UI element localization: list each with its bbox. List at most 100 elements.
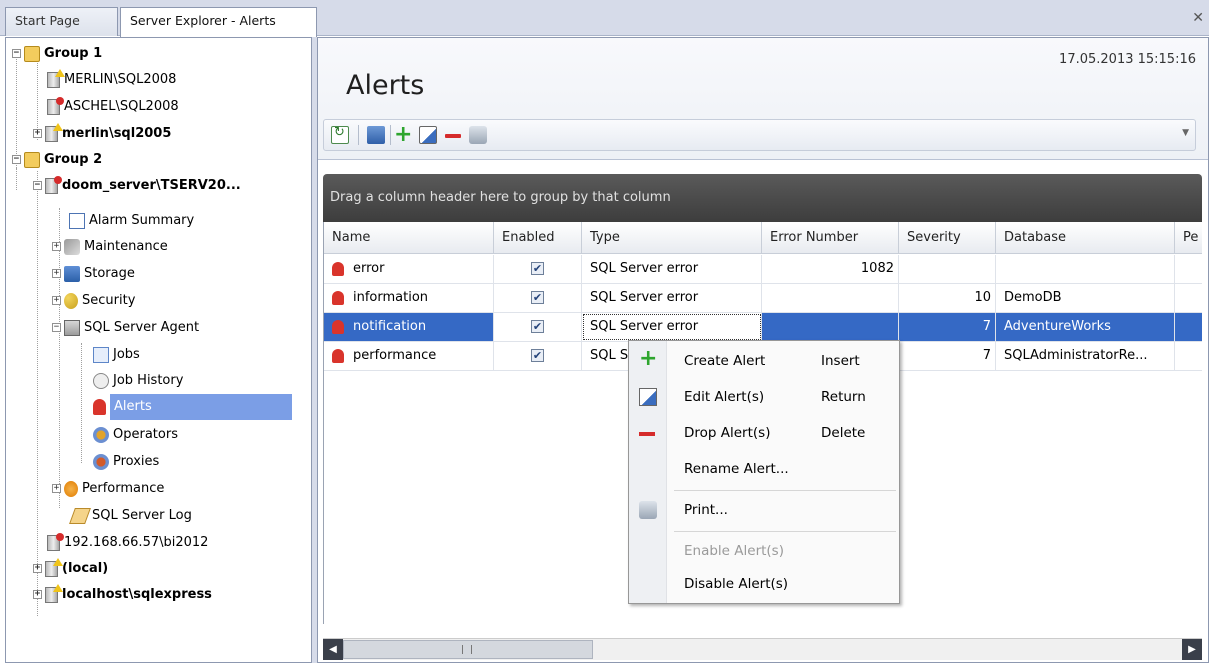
close-icon[interactable]: ✕ xyxy=(1192,10,1204,26)
tree-node-label: MERLIN\SQL2008 xyxy=(64,72,177,87)
tree-node-sql-server-agent[interactable]: − SQL Server Agent xyxy=(52,315,199,341)
agent-icon xyxy=(64,319,80,336)
tree-node-performance[interactable]: + Performance xyxy=(52,476,164,502)
tree-node-localhost-sqlexpress[interactable]: + localhost\sqlexpress xyxy=(33,582,212,608)
horizontal-scrollbar[interactable]: ◀ ▶ xyxy=(323,638,1202,660)
expand-icon[interactable]: + xyxy=(33,129,42,138)
menu-item-disable-alerts[interactable]: Disable Alert(s) xyxy=(629,569,899,599)
enabled-checkbox[interactable]: ✔ xyxy=(531,291,544,304)
column-header-error-number[interactable]: Error Number xyxy=(762,222,899,254)
alert-bell-icon xyxy=(332,261,344,276)
print-icon[interactable] xyxy=(469,126,487,144)
cell-database: AdventureWorks xyxy=(996,313,1175,341)
expand-icon[interactable]: + xyxy=(52,242,61,251)
cell-name: information xyxy=(324,284,494,312)
tree-node-security[interactable]: + Security xyxy=(52,288,135,314)
storage-icon xyxy=(64,265,80,282)
menu-item-edit-alerts[interactable]: Edit Alert(s) Return xyxy=(629,382,899,412)
tree-node-alarm-summary[interactable]: Alarm Summary xyxy=(69,208,194,234)
menu-item-label: Rename Alert... xyxy=(684,461,789,477)
cell-name: performance xyxy=(324,342,494,370)
tree-node-doom-server[interactable]: − doom_server\TSERV20... xyxy=(33,173,241,199)
alert-bell-icon xyxy=(332,348,344,363)
menu-item-create-alert[interactable]: + Create Alert Insert xyxy=(629,346,899,376)
tree-node-local[interactable]: + (local) xyxy=(33,556,108,582)
alert-name: performance xyxy=(353,348,437,363)
tree-node-label: 192.168.66.57\bi2012 xyxy=(64,535,209,550)
tree-node-label: Group 2 xyxy=(44,152,103,167)
tree-node-group-1[interactable]: − Group 1 xyxy=(12,41,102,67)
menu-separator xyxy=(674,490,896,491)
table-row[interactable]: information ✔ SQL Server error 10 DemoDB xyxy=(324,284,1202,313)
expand-icon[interactable]: + xyxy=(52,484,61,493)
scrollbar-thumb[interactable] xyxy=(343,640,593,659)
cell-database xyxy=(996,255,1175,283)
expand-icon[interactable]: + xyxy=(33,590,42,599)
column-header-severity[interactable]: Severity xyxy=(899,222,996,254)
tree-node-job-history[interactable]: Job History xyxy=(93,368,183,394)
grid-icon[interactable] xyxy=(367,126,385,144)
toolbar-separator xyxy=(390,125,391,145)
expand-icon[interactable]: + xyxy=(52,269,61,278)
collapse-icon[interactable]: − xyxy=(12,49,21,58)
tree-node-maintenance[interactable]: + Maintenance xyxy=(52,234,168,260)
log-icon xyxy=(69,507,91,524)
cell-database: SQLAdministratorRe... xyxy=(996,342,1175,370)
tree-node-operators[interactable]: Operators xyxy=(93,422,178,448)
key-icon xyxy=(64,292,78,309)
tree-node-alerts[interactable]: Alerts xyxy=(93,394,308,420)
collapse-icon[interactable]: − xyxy=(33,181,42,190)
add-icon: + xyxy=(639,346,658,371)
tree-node-label: Job History xyxy=(113,373,184,388)
menu-item-label: Print... xyxy=(684,502,728,518)
column-header-database[interactable]: Database xyxy=(996,222,1175,254)
scroll-left-arrow-icon[interactable]: ◀ xyxy=(323,639,343,660)
server-warning-icon xyxy=(45,583,63,603)
chevron-down-icon[interactable]: ▼ xyxy=(1182,128,1189,138)
tree-node-storage[interactable]: + Storage xyxy=(52,261,135,287)
enabled-checkbox[interactable]: ✔ xyxy=(531,262,544,275)
tab-server-explorer-alerts[interactable]: Server Explorer - Alerts xyxy=(120,7,317,37)
collapse-icon[interactable]: − xyxy=(52,323,61,332)
drop-icon[interactable] xyxy=(445,134,461,138)
edit-icon xyxy=(639,388,657,406)
add-icon[interactable]: + xyxy=(394,124,412,146)
page-title: Alerts xyxy=(346,70,425,101)
cell-name: notification xyxy=(324,313,494,341)
menu-item-print[interactable]: Print... xyxy=(629,495,899,525)
tree-node-sql-server-log[interactable]: SQL Server Log xyxy=(69,503,192,529)
alert-name: information xyxy=(353,290,429,305)
tree-node-merlin-sql2005[interactable]: + merlin\sql2005 xyxy=(33,121,171,147)
enabled-checkbox[interactable]: ✔ xyxy=(531,320,544,333)
column-header-name[interactable]: Name xyxy=(324,222,494,254)
scroll-right-arrow-icon[interactable]: ▶ xyxy=(1182,639,1202,660)
cell-error-number xyxy=(762,313,899,341)
tree-node-merlin-sql2008[interactable]: MERLIN\SQL2008 xyxy=(47,67,176,93)
enabled-checkbox[interactable]: ✔ xyxy=(531,349,544,362)
tree-guide-line xyxy=(81,343,82,463)
group-by-panel[interactable]: Drag a column header here to group by th… xyxy=(323,174,1202,222)
column-header-type[interactable]: Type xyxy=(582,222,762,254)
jobs-icon xyxy=(93,346,109,363)
column-header-pe[interactable]: Pe xyxy=(1175,222,1202,254)
tree-node-group-2[interactable]: − Group 2 xyxy=(12,147,102,173)
collapse-icon[interactable]: − xyxy=(12,155,21,164)
tree-node-proxies[interactable]: Proxies xyxy=(93,449,159,475)
expand-icon[interactable]: + xyxy=(33,564,42,573)
table-row-selected[interactable]: notification ✔ SQL Server error 7 Advent… xyxy=(324,313,1202,342)
menu-item-drop-alerts[interactable]: Drop Alert(s) Delete xyxy=(629,418,899,448)
cell-enabled: ✔ xyxy=(494,342,582,370)
tree-node-bi2012[interactable]: 192.168.66.57\bi2012 xyxy=(47,530,208,556)
edit-icon[interactable] xyxy=(419,126,437,144)
expand-icon[interactable]: + xyxy=(52,296,61,305)
column-header-enabled[interactable]: Enabled xyxy=(494,222,582,254)
refresh-icon[interactable] xyxy=(331,125,349,144)
tree-node-aschel-sql2008[interactable]: ASCHEL\SQL2008 xyxy=(47,94,179,120)
table-row[interactable]: error ✔ SQL Server error 1082 xyxy=(324,255,1202,284)
tree-node-jobs[interactable]: Jobs xyxy=(93,342,140,368)
cell-enabled: ✔ xyxy=(494,255,582,283)
menu-item-rename-alert[interactable]: Rename Alert... xyxy=(629,454,899,484)
cell-type: SQL Server error xyxy=(582,313,762,341)
cell-error-number xyxy=(762,284,899,312)
tab-start-page[interactable]: Start Page xyxy=(5,7,118,36)
